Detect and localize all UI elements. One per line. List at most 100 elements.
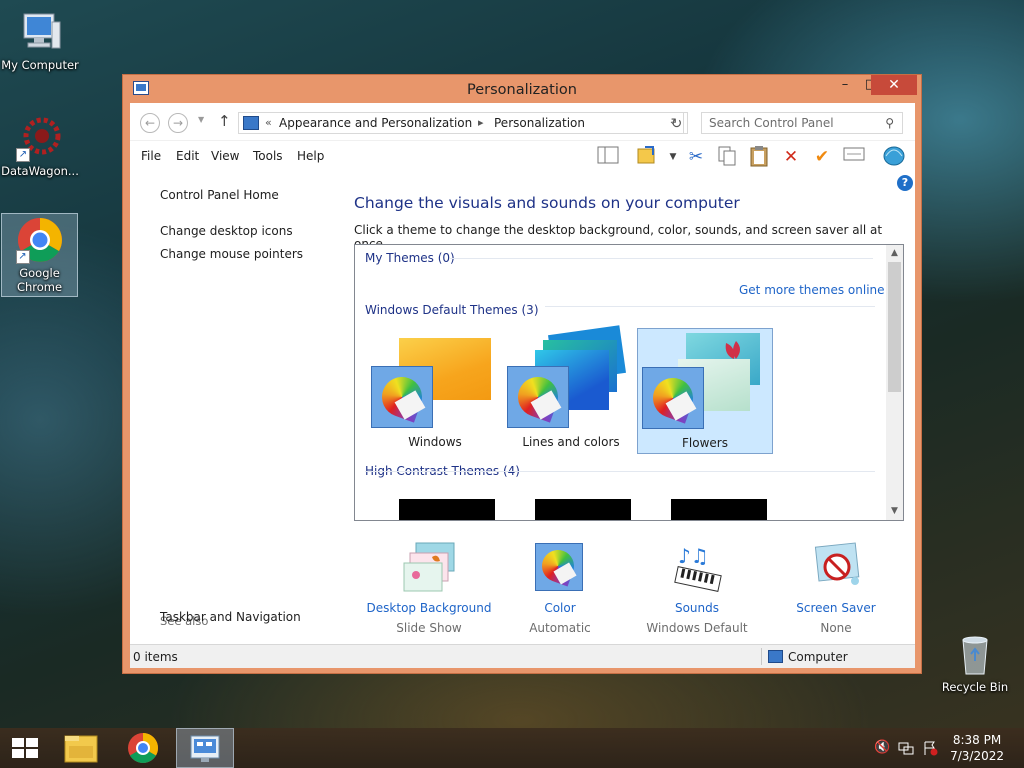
menu-tools[interactable]: Tools <box>253 149 283 163</box>
windows-logo-icon <box>12 738 38 758</box>
start-button[interactable] <box>0 728 48 768</box>
desktop-background-action[interactable]: Desktop Background Slide Show <box>359 541 499 635</box>
back-button[interactable]: ← <box>140 113 160 133</box>
cut-icon[interactable]: ✂ <box>684 145 708 169</box>
window-client: ← → ▼ ↑ « Appearance and Personalization… <box>130 103 915 668</box>
change-desktop-icons-link[interactable]: Change desktop icons <box>160 224 293 238</box>
taskbar-navigation-label: Taskbar and Navigation <box>160 610 301 624</box>
menu-view[interactable]: View <box>211 149 239 163</box>
theme-windows[interactable]: Windows <box>367 328 503 454</box>
screen-saver-action[interactable]: Screen Saver None <box>766 541 906 635</box>
theme-lines-and-colors[interactable]: Lines and colors <box>503 325 639 454</box>
scroll-up-arrow[interactable]: ▲ <box>886 245 903 262</box>
scroll-thumb[interactable] <box>888 262 901 392</box>
taskbar-control-panel[interactable] <box>176 728 234 768</box>
clock-date: 7/3/2022 <box>950 749 1004 763</box>
desktop-icon-my-computer[interactable]: My Computer <box>0 8 80 72</box>
high-contrast-theme-preview[interactable] <box>399 499 495 520</box>
breadcrumb-separator[interactable]: ▸ <box>478 116 484 129</box>
computer-icon <box>16 8 64 56</box>
datawagon-icon: ↗ <box>16 114 64 162</box>
theme-list[interactable]: My Themes (0) Get more themes online Win… <box>354 244 904 521</box>
address-bar[interactable]: « Appearance and Personalization ▸ Perso… <box>238 112 684 134</box>
help-icon[interactable]: ? <box>897 175 913 191</box>
taskbar-navigation-link[interactable]: Taskbar and Navigation <box>160 610 301 624</box>
shortcut-arrow-icon: ↗ <box>16 148 30 162</box>
dropdown-arrow-icon[interactable]: ▼ <box>661 145 685 169</box>
desktop-background-link[interactable]: Desktop Background <box>359 601 499 615</box>
svg-text:♪♫: ♪♫ <box>678 544 709 568</box>
group-divider <box>365 471 875 472</box>
taskbar-chrome[interactable] <box>114 728 172 768</box>
desktop-icon-label: My Computer <box>1 58 79 72</box>
copy-icon[interactable] <box>715 145 739 169</box>
recent-pages-dropdown[interactable]: ▼ <box>198 115 204 124</box>
delete-icon[interactable]: ✕ <box>779 145 803 169</box>
high-contrast-theme-preview[interactable] <box>671 499 767 520</box>
taskbar-file-explorer[interactable] <box>52 728 110 768</box>
breadcrumb-personalization[interactable]: Personalization <box>494 116 585 130</box>
my-themes-heading: My Themes (0) <box>365 251 455 265</box>
breadcrumb-appearance[interactable]: Appearance and Personalization <box>279 116 472 130</box>
color-link[interactable]: Color <box>490 601 630 615</box>
desktop-icon-datawagon[interactable]: ↗ DataWagon... <box>0 114 80 178</box>
color-swatch-icon <box>507 366 569 428</box>
default-themes-heading: Windows Default Themes (3) <box>365 303 545 317</box>
vertical-scrollbar[interactable]: ▲ ▼ <box>886 245 903 520</box>
properties-folder-icon[interactable] <box>635 145 659 169</box>
control-panel-icon <box>190 735 220 762</box>
clock-time: 8:38 PM <box>952 733 1002 747</box>
theme-name: Windows <box>408 435 462 449</box>
menu-help[interactable]: Help <box>297 149 324 163</box>
shortcut-arrow-icon: ↗ <box>15 250 30 264</box>
layout-pane-icon[interactable] <box>596 145 620 169</box>
computer-icon <box>768 650 783 663</box>
desktop-icon-label: Google Chrome <box>16 266 63 294</box>
color-swatch-icon <box>642 367 704 429</box>
sounds-link[interactable]: Sounds <box>627 601 767 615</box>
get-more-themes-link[interactable]: Get more themes online <box>739 283 885 297</box>
color-swatch-icon <box>371 366 433 428</box>
search-input[interactable] <box>702 113 872 133</box>
clock[interactable]: 8:38 PM 7/3/2022 <box>950 732 1004 764</box>
control-panel-home-link[interactable]: Control Panel Home <box>160 188 279 202</box>
menu-edit[interactable]: Edit <box>176 149 199 163</box>
paste-icon[interactable] <box>747 145 771 169</box>
high-contrast-theme-preview[interactable] <box>535 499 631 520</box>
screen-saver-value: None <box>820 621 852 635</box>
sounds-action[interactable]: ♪♫ Sounds Windows Default <box>627 541 767 635</box>
refresh-button[interactable]: ↻ <box>666 112 688 134</box>
properties-icon[interactable] <box>842 145 866 169</box>
navigation-bar: ← → ▼ ↑ « Appearance and Personalization… <box>130 103 915 141</box>
status-location: Computer <box>788 650 848 664</box>
color-action[interactable]: Color Automatic <box>490 541 630 635</box>
theme-flowers[interactable]: Flowers <box>637 328 773 454</box>
desktop-background-icon <box>402 541 456 595</box>
change-mouse-pointers-link[interactable]: Change mouse pointers <box>160 247 303 261</box>
page-title: Change the visuals and sounds on your co… <box>354 194 740 212</box>
screen-saver-link[interactable]: Screen Saver <box>766 601 906 615</box>
checkmark-icon[interactable]: ✔ <box>810 145 834 169</box>
title-bar[interactable]: Personalization – □ ✕ <box>123 75 921 103</box>
action-center-flag-icon[interactable] <box>922 740 938 756</box>
color-value: Automatic <box>529 621 591 635</box>
scroll-down-arrow[interactable]: ▼ <box>886 503 903 520</box>
sounds-value: Windows Default <box>646 621 748 635</box>
recycle-bin-icon <box>951 630 999 678</box>
menu-file[interactable]: File <box>141 149 161 163</box>
close-button[interactable]: ✕ <box>871 75 917 95</box>
desktop-icon-google-chrome[interactable]: ↗ Google Chrome <box>1 213 78 297</box>
minimize-button[interactable]: – <box>831 75 859 95</box>
group-divider <box>449 258 873 259</box>
up-button[interactable]: ↑ <box>218 112 231 130</box>
breadcrumb-overflow[interactable]: « <box>265 116 272 129</box>
control-panel-icon <box>243 116 259 130</box>
forward-button[interactable]: → <box>168 113 188 133</box>
shell-globe-icon[interactable] <box>882 145 906 169</box>
search-icon[interactable]: ⚲ <box>885 116 894 130</box>
screen-saver-icon <box>809 541 863 595</box>
search-box[interactable]: ⚲ <box>701 112 903 134</box>
network-icon[interactable] <box>898 740 914 756</box>
desktop-icon-recycle-bin[interactable]: Recycle Bin <box>935 630 1015 694</box>
speaker-muted-icon[interactable]: 🔇 <box>874 740 890 756</box>
